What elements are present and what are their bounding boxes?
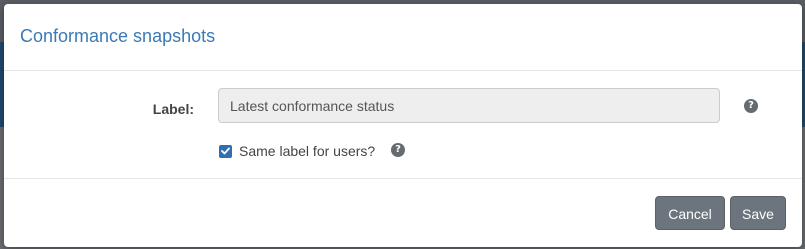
checkmark-icon bbox=[221, 147, 230, 155]
dialog-body: Label: ? Same label for users? ? bbox=[4, 71, 802, 178]
dialog-header: Conformance snapshots bbox=[4, 4, 802, 71]
save-button[interactable]: Save bbox=[730, 196, 786, 230]
same-label-checkbox[interactable] bbox=[219, 144, 232, 158]
label-input[interactable] bbox=[218, 88, 720, 123]
question-circle-icon[interactable]: ? bbox=[391, 143, 405, 157]
same-label-text[interactable]: Same label for users? bbox=[239, 143, 375, 159]
dialog-title: Conformance snapshots bbox=[20, 26, 216, 46]
dialog-footer: Cancel Save bbox=[4, 178, 802, 247]
conformance-snapshots-dialog: Conformance snapshots Label: ? Same labe… bbox=[4, 4, 802, 247]
cancel-button[interactable]: Cancel bbox=[655, 196, 725, 230]
label-field-caption: Label: bbox=[152, 101, 194, 117]
question-circle-icon[interactable]: ? bbox=[744, 99, 758, 113]
same-label-row: Same label for users? bbox=[219, 143, 375, 159]
